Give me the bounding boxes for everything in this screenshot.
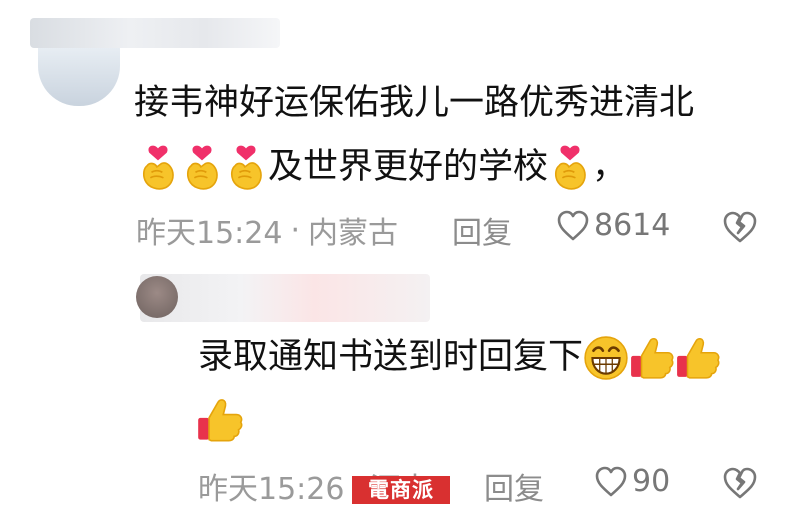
comment-time: 昨天15:24 — [136, 216, 283, 251]
thumbs-up-emoji-icon — [196, 396, 244, 444]
finger-heart-emoji-icon — [136, 144, 180, 192]
thumbs-up-emoji-icon — [675, 335, 721, 381]
like-button[interactable]: 90 — [594, 464, 670, 499]
username-blurred[interactable] — [30, 18, 280, 48]
avatar[interactable] — [38, 48, 120, 106]
comment-location: 内蒙古 — [308, 216, 399, 251]
finger-heart-emoji-icon — [180, 144, 224, 192]
comment-text-line-2-body: 及世界更好的学校 — [268, 147, 549, 187]
watermark-logo: 電商派 — [352, 476, 450, 504]
finger-heart-emoji-icon — [224, 144, 268, 192]
heart-outline-icon — [595, 466, 627, 496]
heart-outline-icon — [557, 210, 589, 240]
meta-separator: · — [290, 212, 301, 248]
like-button[interactable]: 8614 — [556, 208, 670, 243]
comment-1: 接韦神好运保佑我儿一路优秀进清北 及世界更好的学校 ， 昨天15:24 · 内蒙古… — [0, 0, 800, 252]
comment-text-line-2: 及世界更好的学校 ， — [136, 138, 627, 196]
comment-text-line-2 — [196, 390, 244, 448]
thumbs-up-emoji-icon — [629, 335, 675, 381]
finger-heart-emoji-icon — [548, 144, 592, 192]
reply-button[interactable]: 回复 — [452, 208, 512, 252]
comment-time: 昨天15:26 — [198, 472, 345, 507]
comment-text-line-2-suffix: ， — [592, 147, 628, 187]
grin-emoji-icon — [583, 335, 629, 381]
reply-button[interactable]: 回复 — [484, 464, 544, 508]
comment-text-line-1: 接韦神好运保佑我儿一路优秀进清北 — [134, 83, 695, 123]
comment-meta: 昨天15:24 · 内蒙古 — [136, 208, 398, 252]
username-blurred[interactable] — [140, 274, 430, 322]
broken-heart-icon[interactable] — [722, 210, 758, 244]
comment-text-line-1: 录取通知书送到时回复下 — [198, 328, 721, 386]
broken-heart-icon[interactable] — [722, 466, 758, 500]
like-count: 90 — [632, 464, 671, 499]
comment-text-line-1-body: 录取通知书送到时回复下 — [198, 337, 584, 377]
avatar[interactable] — [136, 276, 178, 318]
like-count: 8614 — [594, 208, 671, 243]
